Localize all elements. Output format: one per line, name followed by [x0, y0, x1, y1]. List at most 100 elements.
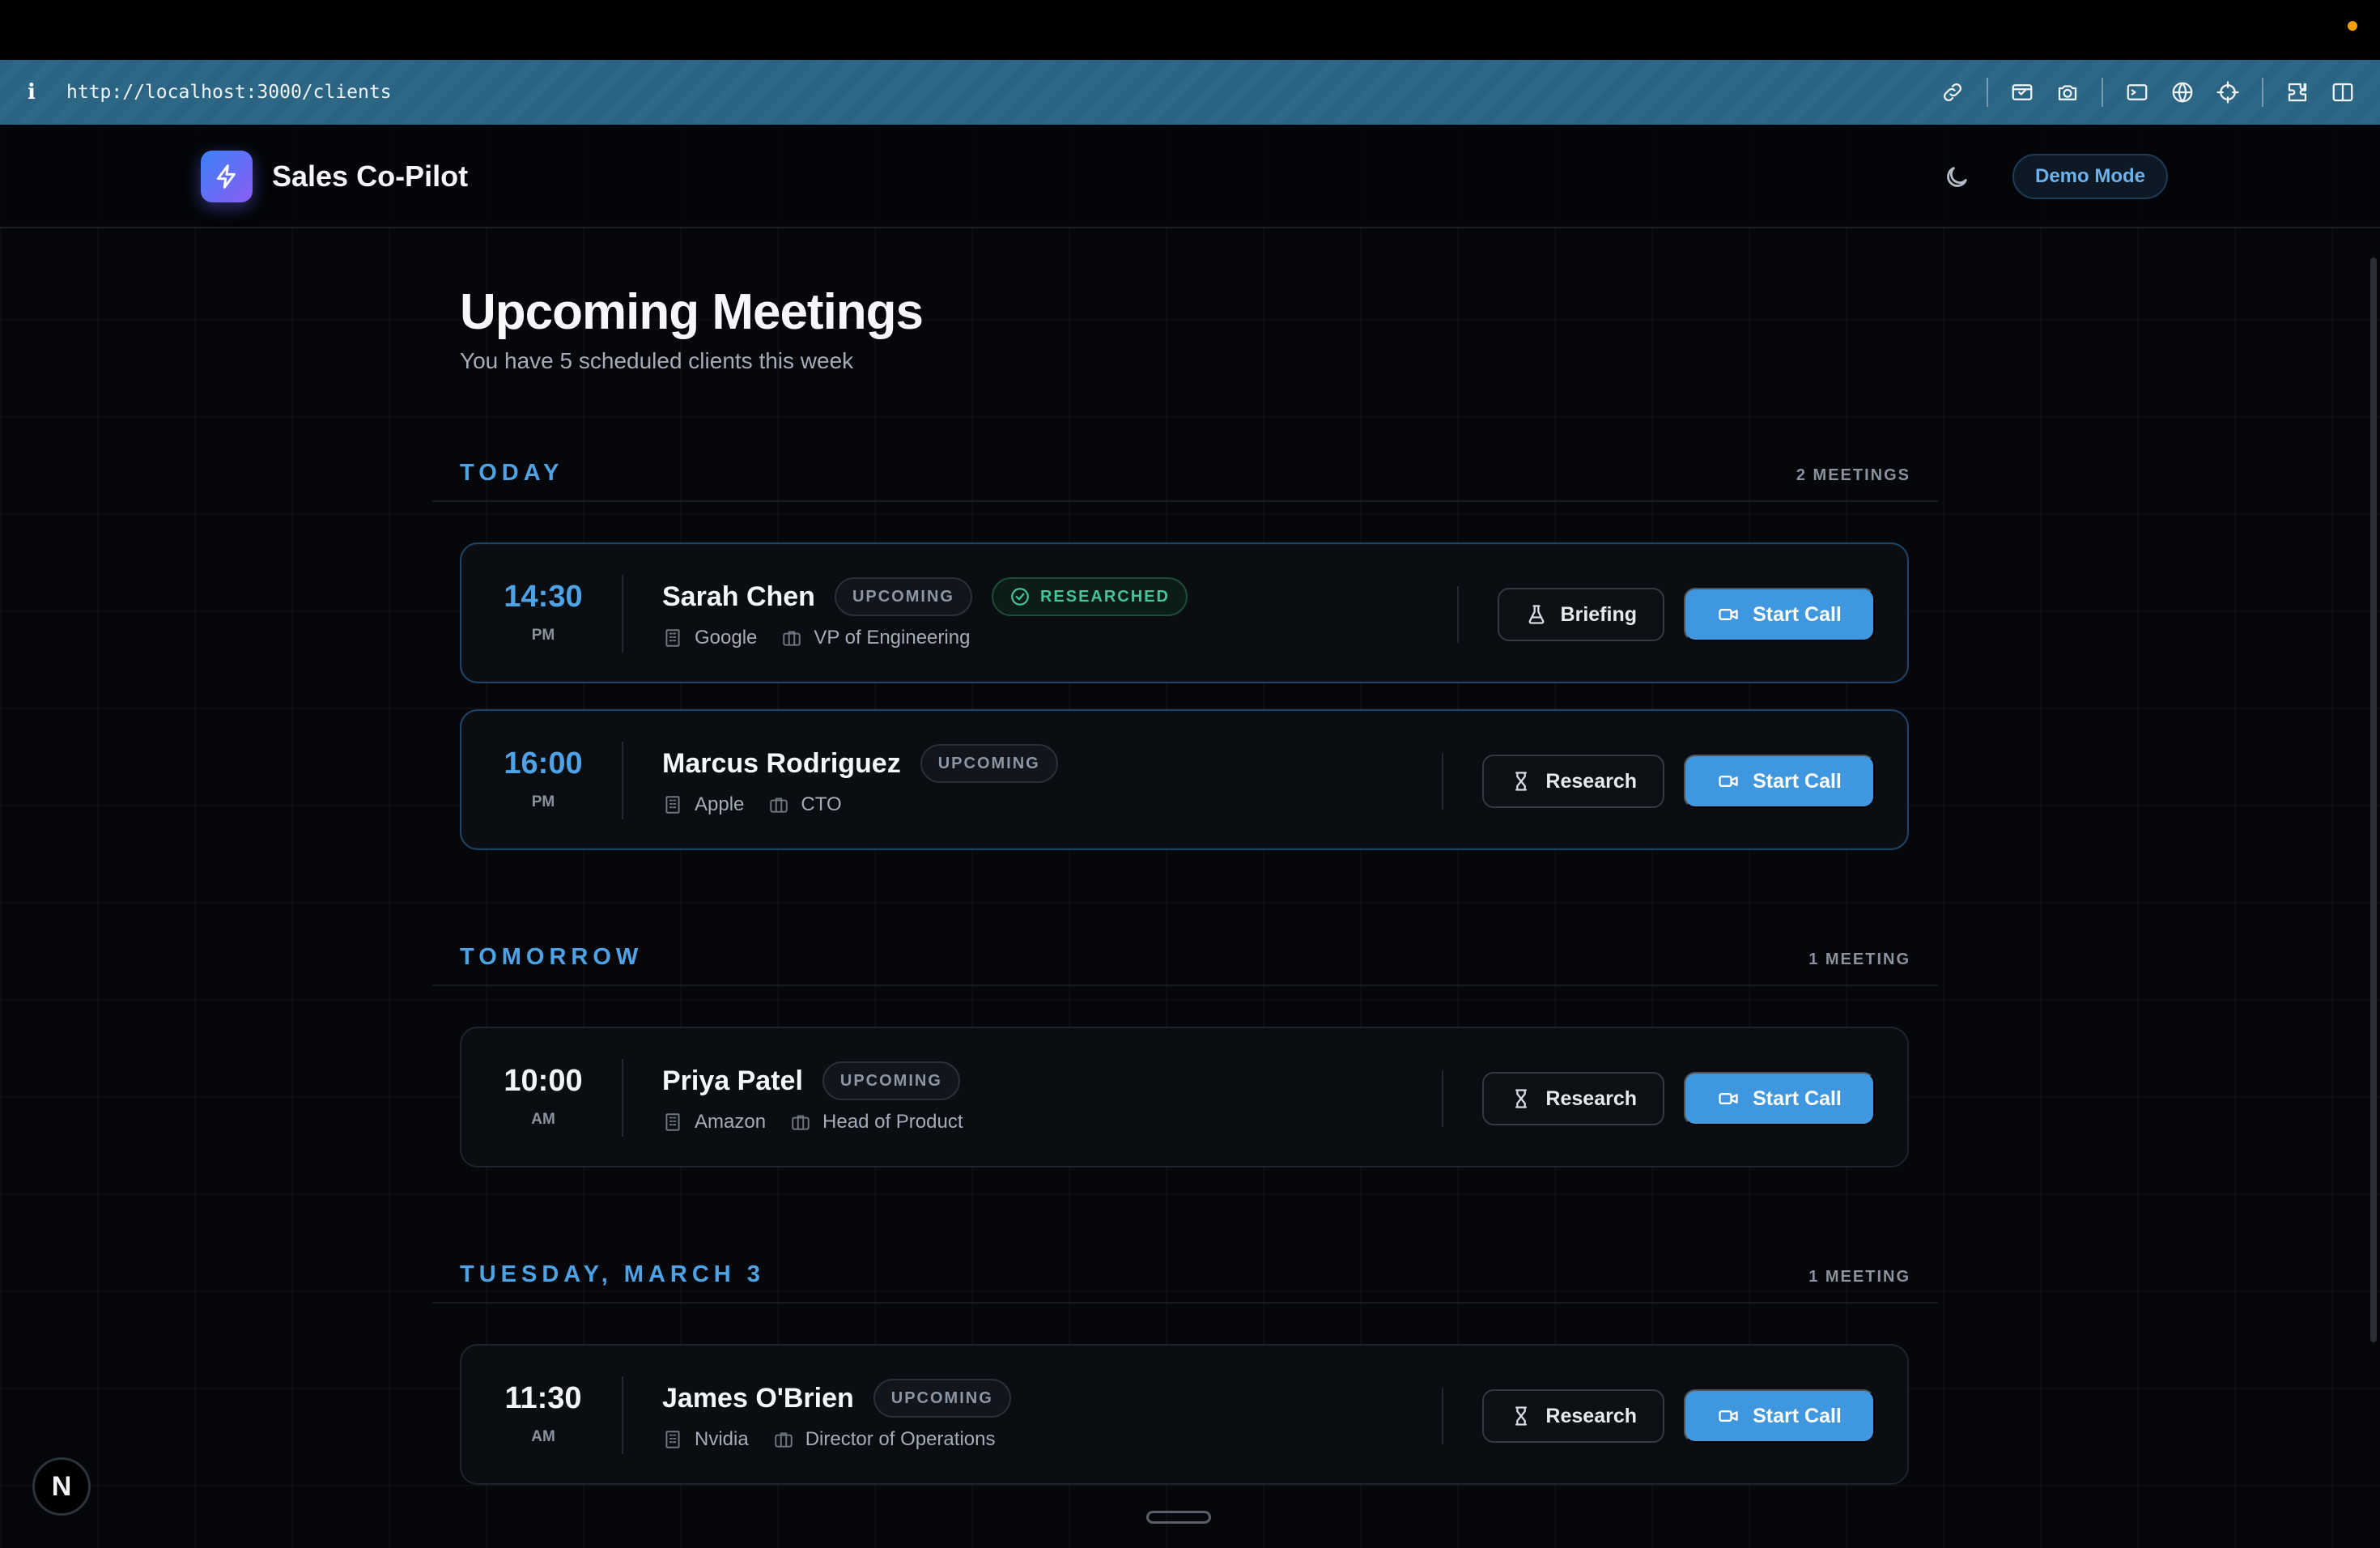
scroll-handle[interactable] [1146, 1511, 1211, 1524]
page-title: Upcoming Meetings [460, 284, 924, 340]
section-count: 1 MEETING [1808, 1268, 1910, 1286]
card-actions: Briefing Start Call [1456, 586, 1875, 643]
video-icon [1719, 1410, 1738, 1422]
client-info: Sarah Chen UPCOMING RESEARCHED Google VP… [662, 576, 1188, 653]
camera-icon[interactable] [2045, 70, 2090, 115]
meeting-ampm: PM [531, 793, 555, 810]
page-subtitle: You have 5 scheduled clients this week [460, 348, 854, 373]
time-block: 14:30 PM [461, 544, 625, 682]
role: Director of Operations [773, 1428, 995, 1451]
meeting-time: 14:30 [504, 580, 583, 614]
toolbar-separator [2262, 78, 2263, 107]
building-icon [665, 796, 680, 814]
divider [622, 1059, 623, 1137]
inspect-icon[interactable] [2000, 70, 2045, 115]
building-icon [665, 1431, 680, 1448]
url-text[interactable]: http://localhost:3000/clients [66, 82, 392, 103]
status-badge: UPCOMING [834, 577, 972, 616]
role: Head of Product [790, 1111, 963, 1133]
video-icon [1719, 609, 1738, 620]
start-call-button[interactable]: Start Call [1684, 755, 1875, 808]
terminal-icon[interactable] [2114, 70, 2160, 115]
toolbar-separator [1987, 78, 1988, 107]
meeting-ampm: AM [531, 1111, 555, 1128]
section-count: 2 MEETINGS [1796, 466, 1910, 484]
actions-divider [1442, 1070, 1444, 1127]
briefing-button[interactable]: Briefing [1497, 588, 1664, 641]
crosshair-icon[interactable] [2205, 70, 2250, 115]
divider [622, 1376, 623, 1454]
brand[interactable]: Sales Co-Pilot [201, 151, 468, 202]
client-name: Priya Patel [662, 1065, 803, 1096]
start-call-button[interactable]: Start Call [1684, 1072, 1875, 1125]
company: Amazon [662, 1111, 766, 1133]
toolbar-separator [2102, 78, 2103, 107]
time-block: 10:00 AM [461, 1028, 625, 1166]
client-info: Priya Patel UPCOMING Amazon Head of Prod… [662, 1061, 987, 1137]
meeting-card[interactable]: 11:30 AM James O'Brien UPCOMING Nvidia D… [460, 1344, 1909, 1485]
time-block: 11:30 AM [461, 1346, 625, 1483]
video-icon [1719, 776, 1738, 787]
demo-mode-button[interactable]: Demo Mode [2012, 154, 2169, 199]
app-header: Sales Co-Pilot Demo Mode [0, 125, 2380, 228]
actions-divider [1442, 1388, 1444, 1444]
os-top-bar [0, 0, 2380, 60]
research-button[interactable]: Research [1482, 755, 1664, 808]
client-info: Marcus Rodriguez UPCOMING Apple CTO [662, 743, 1058, 819]
browser-toolbar [1930, 60, 2365, 125]
section-header-tomorrow: TOMORROW 1 MEETING [432, 936, 1938, 986]
building-icon [665, 629, 680, 647]
meeting-time: 10:00 [504, 1064, 583, 1098]
check-circle-icon [1011, 588, 1029, 606]
meeting-card[interactable]: 14:30 PM Sarah Chen UPCOMING RESEARCHED … [460, 542, 1909, 683]
section-title: TODAY [460, 460, 564, 486]
status-badge: UPCOMING [822, 1061, 960, 1100]
company: Nvidia [662, 1428, 749, 1451]
role: CTO [768, 793, 842, 816]
card-actions: Research Start Call [1442, 753, 1875, 810]
nextjs-dev-badge[interactable]: N [32, 1457, 91, 1516]
sidebar-icon[interactable] [2320, 70, 2365, 115]
section-header-tuesday: TUESDAY, MARCH 3 1 MEETING [432, 1253, 1938, 1303]
hourglass-icon [1515, 1089, 1528, 1108]
divider [622, 575, 623, 653]
building-icon [665, 1113, 680, 1131]
meeting-time: 11:30 [504, 1381, 582, 1415]
research-button[interactable]: Research [1482, 1072, 1664, 1125]
section-header-today: TODAY 2 MEETINGS [432, 452, 1938, 502]
status-badge: UPCOMING [920, 744, 1058, 783]
video-icon [1719, 1093, 1738, 1104]
briefcase-icon [783, 631, 801, 646]
briefcase-icon [770, 797, 788, 813]
briefcase-icon [792, 1115, 810, 1130]
hourglass-icon [1515, 1406, 1528, 1426]
app-name: Sales Co-Pilot [272, 159, 469, 193]
card-actions: Research Start Call [1442, 1070, 1875, 1127]
company: Google [662, 627, 757, 649]
meeting-card[interactable]: 10:00 AM Priya Patel UPCOMING Amazon Hea… [460, 1027, 1909, 1167]
site-info-icon[interactable]: i [28, 80, 47, 104]
hourglass-icon [1515, 772, 1528, 791]
role: VP of Engineering [781, 627, 970, 649]
company: Apple [662, 793, 744, 816]
actions-divider [1442, 753, 1444, 810]
status-badge: UPCOMING [873, 1379, 1011, 1418]
browser-url-bar: i http://localhost:3000/clients [0, 60, 2380, 125]
client-name: James O'Brien [662, 1382, 854, 1414]
section-title: TUESDAY, MARCH 3 [460, 1261, 765, 1287]
extension-icon[interactable] [2275, 70, 2320, 115]
meeting-time: 16:00 [504, 746, 583, 780]
research-button[interactable]: Research [1482, 1389, 1664, 1443]
scrollbar-thumb[interactable] [2370, 257, 2377, 1342]
meeting-card[interactable]: 16:00 PM Marcus Rodriguez UPCOMING Apple [460, 709, 1909, 850]
moon-icon[interactable] [1940, 160, 1974, 194]
app-viewport: Sales Co-Pilot Demo Mode Upcoming Meetin… [0, 125, 2380, 1548]
bolt-logo-icon [201, 151, 253, 202]
meeting-ampm: AM [531, 1428, 555, 1445]
start-call-button[interactable]: Start Call [1684, 1389, 1875, 1443]
client-name: Marcus Rodriguez [662, 747, 901, 779]
start-call-button[interactable]: Start Call [1684, 588, 1875, 641]
link-icon[interactable] [1930, 70, 1975, 115]
globe-icon[interactable] [2160, 70, 2205, 115]
section-count: 1 MEETING [1808, 950, 1910, 968]
